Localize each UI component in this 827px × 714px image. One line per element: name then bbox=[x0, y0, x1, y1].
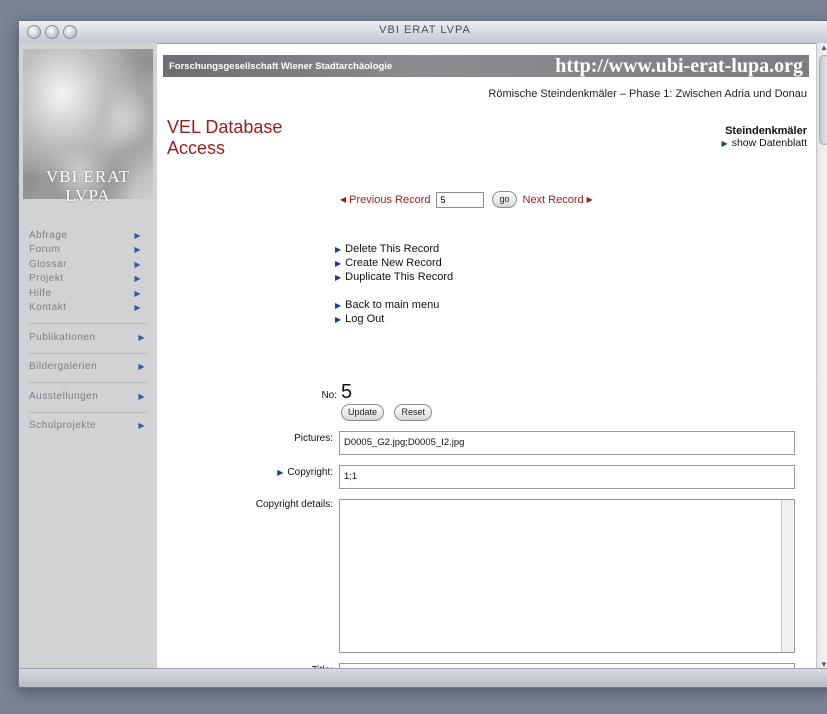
divider bbox=[29, 323, 147, 324]
status-bar bbox=[19, 668, 827, 687]
arrow-right-icon: ▶ bbox=[134, 274, 141, 284]
scroll-up-icon[interactable]: ▲ bbox=[817, 43, 827, 52]
triangle-right-icon: ▶ bbox=[335, 315, 342, 324]
sidebar-nav: Abfrage ▶ Forum ▶ Glossar ▶ Projekt ▶ Hilfe ▶… bbox=[29, 228, 147, 433]
triangle-right-icon: ▶ bbox=[277, 468, 284, 477]
record-number-value: 5 bbox=[341, 381, 353, 403]
link-label: Delete This Record bbox=[345, 243, 440, 255]
record-number-label: No: bbox=[321, 390, 337, 401]
page-title-line: VEL Database bbox=[167, 117, 283, 137]
show-datenblatt-link[interactable]: ▶ show Datenblatt bbox=[722, 137, 807, 149]
go-button[interactable]: go bbox=[492, 191, 517, 208]
sidebar-item-abfrage[interactable]: Abfrage ▶ bbox=[29, 228, 147, 243]
arrow-right-icon: ▶ bbox=[134, 245, 141, 255]
sidebar-item-publikationen[interactable]: Publikationen ▶ bbox=[29, 330, 147, 345]
duplicate-record-link[interactable]: ▶ Duplicate This Record bbox=[335, 270, 453, 284]
copyright-label-link[interactable]: ▶ Copyright: bbox=[163, 467, 333, 478]
page-scrollbar[interactable]: ▲ ▼ bbox=[816, 43, 827, 669]
copyright-details-textarea[interactable] bbox=[339, 499, 795, 653]
arrow-right-icon: ▶ bbox=[138, 362, 145, 372]
sidebar-item-label: Hilfe bbox=[29, 287, 52, 299]
title-bar: VBI ERAT LVPA bbox=[19, 21, 827, 44]
divider bbox=[29, 352, 147, 354]
sidebar-item-label: Publikationen bbox=[29, 331, 96, 343]
copyright-details-label: Copyright details: bbox=[255, 499, 333, 510]
link-label: Back to main menu bbox=[345, 299, 440, 311]
form-buttons: Update Reset bbox=[341, 402, 438, 421]
update-button[interactable]: Update bbox=[341, 404, 385, 421]
site-url[interactable]: http://www.ubi-erat-lupa.org bbox=[555, 55, 803, 78]
record-navigation: ◀ Previous Record go Next Record ▶ bbox=[337, 191, 596, 208]
record-type-block: Steindenkmäler ▶ show Datenblatt bbox=[722, 125, 807, 149]
sidebar-item-kontakt[interactable]: Kontakt ▶ bbox=[29, 301, 147, 316]
triangle-left-icon: ◀ bbox=[340, 195, 347, 204]
link-label: Duplicate This Record bbox=[345, 271, 454, 283]
triangle-right-icon: ▶ bbox=[335, 245, 342, 254]
arrow-right-icon: ▶ bbox=[138, 391, 145, 401]
triangle-right-icon: ▶ bbox=[335, 301, 342, 310]
delete-record-link[interactable]: ▶ Delete This Record bbox=[335, 242, 453, 256]
arrow-right-icon: ▶ bbox=[134, 259, 141, 269]
reset-button[interactable]: Reset bbox=[394, 404, 432, 421]
record-number-row: No: 5 bbox=[307, 381, 352, 404]
copyright-field[interactable]: 1;1 bbox=[339, 465, 795, 489]
sidebar-item-bildergalerien[interactable]: Bildergalerien ▶ bbox=[29, 360, 147, 375]
pictures-label: Pictures: bbox=[294, 433, 333, 444]
divider bbox=[29, 382, 147, 383]
link-label: Log Out bbox=[345, 313, 385, 325]
link-label: Create New Record bbox=[345, 257, 442, 269]
organization-name: Forschungsgesellschaft Wiener Stadtarchä… bbox=[169, 61, 393, 72]
textarea-scrollbar[interactable] bbox=[781, 500, 794, 652]
create-record-link[interactable]: ▶ Create New Record bbox=[335, 256, 453, 270]
arrow-right-icon: ▶ bbox=[134, 303, 141, 313]
triangle-right-icon: ▶ bbox=[586, 195, 593, 204]
site-logo[interactable]: VBI ERAT LVPA bbox=[23, 49, 153, 205]
next-record-link[interactable]: Next Record bbox=[523, 194, 584, 206]
sidebar-item-label: Forum bbox=[29, 244, 61, 256]
sidebar-item-glossar[interactable]: Glossar ▶ bbox=[29, 257, 147, 272]
sidebar: VBI ERAT LVPA Abfrage ▶ Forum ▶ Glossar ▶ P… bbox=[19, 43, 157, 669]
scrollbar-thumb[interactable] bbox=[819, 55, 827, 145]
link-label: show Datenblatt bbox=[731, 137, 807, 149]
triangle-right-icon: ▶ bbox=[335, 259, 342, 268]
divider bbox=[29, 411, 147, 413]
page-title: VEL Database Access bbox=[167, 117, 282, 159]
sidebar-item-label: Glossar bbox=[29, 258, 67, 270]
sidebar-item-hilfe[interactable]: Hilfe ▶ bbox=[29, 286, 147, 301]
logo-text: VBI ERAT LVPA bbox=[45, 167, 131, 205]
sidebar-item-label: Bildergalerien bbox=[29, 361, 98, 373]
arrow-right-icon: ▶ bbox=[134, 288, 141, 298]
window-title: VBI ERAT LVPA bbox=[379, 24, 471, 36]
sidebar-item-projekt[interactable]: Projekt ▶ bbox=[29, 272, 147, 287]
sidebar-item-label: Ausstellungen bbox=[29, 390, 99, 402]
sidebar-item-label: Schulprojekte bbox=[29, 420, 97, 432]
arrow-right-icon: ▶ bbox=[134, 230, 141, 240]
page-subtitle: Römische Steindenkmäler – Phase 1: Zwisc… bbox=[488, 88, 807, 100]
pictures-field[interactable]: D0005_G2.jpg;D0005_I2.jpg bbox=[339, 431, 795, 455]
log-out-link[interactable]: ▶ Log Out bbox=[335, 312, 453, 326]
back-to-main-menu-link[interactable]: ▶ Back to main menu bbox=[335, 298, 453, 312]
triangle-right-icon: ▶ bbox=[335, 273, 342, 282]
page-title-line: Access bbox=[167, 138, 226, 158]
record-actions: ▶ Delete This Record ▶ Create New Record ▶… bbox=[335, 242, 453, 326]
sidebar-item-ausstellungen[interactable]: Ausstellungen ▶ bbox=[29, 389, 147, 404]
sidebar-item-schulprojekte[interactable]: Schulprojekte ▶ bbox=[29, 419, 147, 434]
sidebar-item-forum[interactable]: Forum ▶ bbox=[29, 243, 147, 258]
triangle-right-icon: ▶ bbox=[721, 139, 728, 148]
sidebar-item-label: Abfrage bbox=[29, 229, 68, 241]
header-banner: Forschungsgesellschaft Wiener Stadtarchä… bbox=[163, 55, 809, 77]
sidebar-item-label: Kontakt bbox=[29, 302, 67, 314]
field-label-text: Copyright: bbox=[287, 467, 333, 478]
previous-record-link[interactable]: Previous Record bbox=[349, 194, 430, 206]
browser-window: VBI ERAT LVPA VBI ERAT LVPA Abfrage ▶ For… bbox=[18, 20, 827, 688]
record-number-input[interactable] bbox=[436, 191, 485, 208]
record-type-title: Steindenkmäler bbox=[725, 125, 807, 137]
main-content: Forschungsgesellschaft Wiener Stadtarchä… bbox=[157, 43, 817, 687]
arrow-right-icon: ▶ bbox=[138, 332, 145, 342]
sidebar-item-label: Projekt bbox=[29, 273, 64, 285]
arrow-right-icon: ▶ bbox=[138, 421, 145, 431]
